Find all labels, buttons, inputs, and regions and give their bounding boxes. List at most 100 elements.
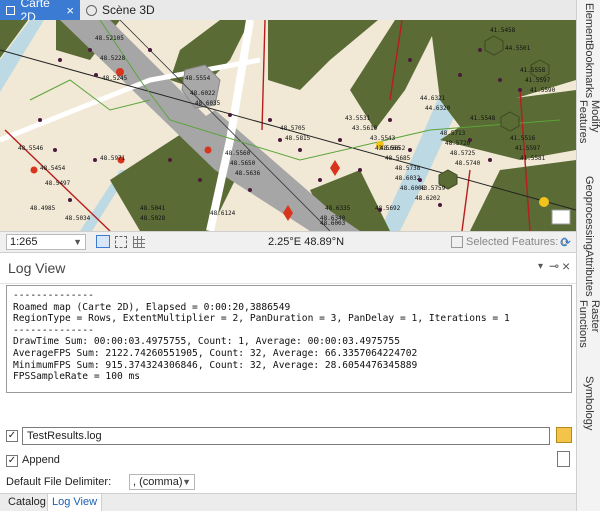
map-label: 48.6124: [210, 210, 236, 217]
map-label: 48.5228: [100, 55, 126, 62]
map-label: 48.5554: [185, 75, 211, 82]
sidebar-tab-modify-features[interactable]: Modify Features: [577, 100, 600, 176]
map-label: 48.5028: [140, 215, 166, 222]
delimiter-select[interactable]: , (comma) ▼: [129, 474, 195, 490]
map-label: 48.5497: [45, 180, 71, 187]
map-label: 48.5685: [385, 155, 411, 162]
tab-label: Scène 3D: [102, 3, 155, 17]
log-view-pane: Log View ▾ ⊸ × -------------- Roamed map …: [0, 253, 576, 511]
map-label: 44.6320: [425, 105, 451, 112]
map-label: 48.5650: [230, 160, 256, 167]
log-line: RegionType = Rows, ExtentMultiplier = 2,…: [13, 313, 510, 325]
map-canvas: 48.52105 48.5228 48.5245 48.5971 48.5546…: [0, 20, 576, 231]
map-tab-bar: Carte 2D × Scène 3D: [0, 0, 576, 24]
pin-icon[interactable]: ⊸: [549, 259, 559, 273]
snapping-icon[interactable]: [115, 236, 127, 248]
map-label: 48.4985: [30, 205, 56, 212]
map-label: 48.5815: [285, 135, 311, 142]
sidebar-tab-raster-functions[interactable]: Raster Functions: [577, 300, 600, 374]
map-label: 48.6003: [320, 220, 346, 227]
sidebar-tab-symbology[interactable]: Symbology: [579, 376, 599, 430]
map-view[interactable]: 48.52105 48.5228 48.5245 48.5971 48.5546…: [0, 20, 576, 231]
map-label: 48.5546: [18, 145, 44, 152]
map-label: 48.6032: [395, 175, 421, 182]
map-label: 41.5548: [470, 115, 496, 122]
map-label: 48.5720: [445, 140, 471, 147]
sidebar-tab-element[interactable]: Element: [579, 3, 599, 43]
sidebar-tab-bookmarks[interactable]: Bookmarks: [579, 43, 599, 98]
map-label: 41.5597: [515, 145, 541, 152]
delimiter-label: Default File Delimiter:: [6, 476, 112, 488]
map-label: 48.52105: [95, 35, 124, 42]
output-file-checkbox[interactable]: ✓: [6, 430, 18, 442]
tab-catalog[interactable]: Catalog: [4, 494, 50, 511]
close-icon[interactable]: ×: [66, 3, 74, 18]
map-label: 41.5458: [490, 27, 516, 34]
scale-selector[interactable]: 1:265 ▼: [6, 234, 86, 250]
chevron-down-icon[interactable]: ▼: [73, 235, 82, 249]
map-label: 48.5560: [225, 150, 251, 157]
append-checkbox[interactable]: ✓: [6, 455, 18, 467]
log-line: MinimumFPS Sum: 915.374324306846, Count:…: [13, 359, 418, 371]
map-label: 43.5759: [420, 185, 446, 192]
selected-features-count: Selected Features: 0: [466, 236, 568, 248]
chevron-down-icon: ▼: [182, 477, 191, 487]
map-label: 43.5543: [370, 135, 396, 142]
log-line: --------------: [13, 290, 94, 301]
sidebar-tab-geoprocessing[interactable]: Geoprocessing: [579, 176, 599, 250]
sidebar-tab-attributes[interactable]: Attributes: [579, 250, 599, 296]
map-label: 43.5610: [352, 125, 378, 132]
map-label: 48.5034: [65, 215, 91, 222]
map-view-icon: [6, 5, 16, 15]
grid-icon[interactable]: [133, 236, 145, 248]
log-line: --------------: [13, 324, 94, 336]
map-label: 48.5454: [40, 165, 66, 172]
map-label: 41.5581: [520, 155, 546, 162]
fixed-zoom-icon[interactable]: [96, 235, 110, 248]
close-icon[interactable]: ×: [562, 258, 570, 274]
append-label: Append: [22, 454, 60, 466]
map-label: 41.5597: [525, 77, 551, 84]
refresh-icon[interactable]: ⟳: [560, 235, 571, 251]
browse-folder-icon[interactable]: [556, 427, 572, 443]
log-view-header: Log View ▾ ⊸ ×: [0, 253, 576, 284]
log-line: FPSSampleRate = 100 ms: [13, 371, 141, 383]
map-label: 43.5531: [345, 115, 371, 122]
selection-icon: [451, 236, 463, 248]
map-label: 48.6035: [195, 100, 221, 107]
right-dock-sidebar: Element Bookmarks Modify Features Geopro…: [576, 0, 600, 511]
log-output[interactable]: -------------- Roamed map (Carte 2D), Ela…: [6, 285, 572, 393]
delimiter-value: , (comma): [133, 476, 183, 488]
pane-title: Log View: [8, 260, 66, 276]
log-line: DrawTime Sum: 00:00:03.4975755, Count: 1…: [13, 336, 400, 348]
log-line: Roamed map (Carte 2D), Elapsed = 0:00:20…: [13, 301, 291, 313]
map-label: 44.5501: [505, 45, 531, 52]
map-status-bar: 1:265 ▼ 2.25°E 48.89°N Selected Features…: [0, 231, 576, 253]
scale-value: 1:265: [10, 236, 38, 248]
tab-carte-2d[interactable]: Carte 2D ×: [0, 0, 80, 24]
map-label: 41.5558: [520, 67, 546, 74]
map-label: 48.5636: [235, 170, 261, 177]
tab-log-view[interactable]: Log View: [47, 494, 103, 511]
map-label: 44.6321: [420, 95, 446, 102]
bottom-tab-bar: Catalog Log View: [0, 493, 576, 511]
output-file-field[interactable]: TestResults.log: [22, 427, 550, 445]
map-label: 48.5041: [140, 205, 166, 212]
menu-caret-icon[interactable]: ▾: [538, 261, 543, 272]
map-label: 48.5245: [102, 75, 128, 82]
map-label: 48.6022: [190, 90, 216, 97]
new-document-icon[interactable]: [557, 451, 570, 467]
globe-icon: [86, 4, 97, 16]
map-label: 48.5738: [395, 165, 421, 172]
map-label: 41.5516: [510, 135, 536, 142]
coordinate-readout: 2.25°E 48.89°N: [268, 236, 345, 248]
map-label: 41.5590: [530, 87, 556, 94]
map-label: 48.6335: [325, 205, 351, 212]
map-label: 43.5666: [375, 145, 401, 152]
map-label: 48.5740: [455, 160, 481, 167]
tab-scene-3d[interactable]: Scène 3D: [80, 0, 168, 20]
map-label: 48.5705: [280, 125, 306, 132]
map-label: 48.5725: [450, 150, 476, 157]
map-label: 48.5971: [100, 155, 126, 162]
map-label: 48.5692: [375, 205, 401, 212]
